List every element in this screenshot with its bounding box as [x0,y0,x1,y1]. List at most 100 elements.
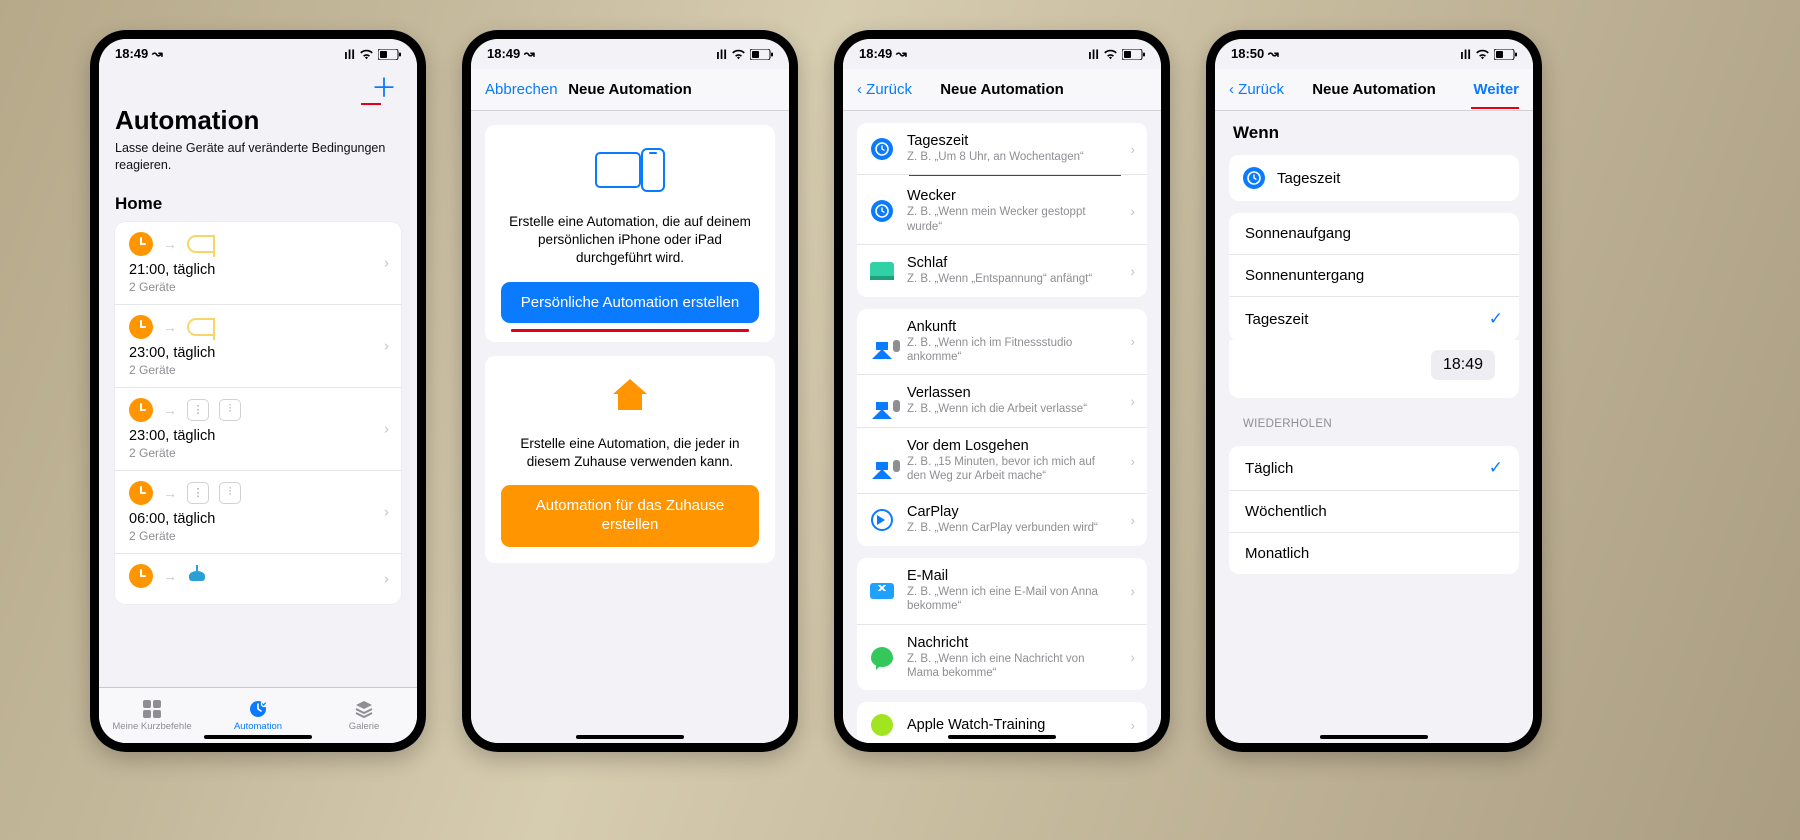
signal-icon: ıll [344,47,355,62]
location-icon [872,392,892,410]
automation-row[interactable]: → › [115,554,401,604]
home-indicator [948,735,1056,739]
status-icons: ıll [1088,47,1145,62]
trigger-group: Ankunft Z. B. „Wenn ich im Fitnessstudio… [857,309,1147,546]
clock-icon [129,481,153,505]
arrow-icon: → [163,402,177,418]
row-title: 23:00, täglich [129,345,387,361]
repeat-label: WIEDERHOLEN [1215,398,1533,434]
repeat-option[interactable]: Monatlich [1229,533,1519,574]
trigger-row[interactable]: E-Mail Z. B. „Wenn ich eine E-Mail von A… [857,558,1147,625]
arrow-icon: → [163,485,177,501]
option-label: Sonnenuntergang [1245,267,1364,284]
chevron-right-icon: › [384,570,389,587]
row-title: 06:00, täglich [129,511,387,527]
battery-icon [378,49,401,60]
arrow-icon: → [163,568,177,584]
battery-icon [1122,49,1145,60]
trigger-row[interactable]: CarPlay Z. B. „Wenn CarPlay verbunden wi… [857,494,1147,545]
time-option-list: Sonnenaufgang Sonnenuntergang Tageszeit … [1229,213,1519,341]
screen-trigger-picker: 18:49 ↝ ıll ‹ Zurück Neue Automation Tag… [834,30,1170,752]
chevron-right-icon: › [384,254,389,271]
row-subtitle: 2 Geräte [129,446,387,460]
chevron-right-icon: › [1130,333,1135,349]
selected-trigger-pill: Tageszeit [1229,155,1519,201]
trigger-title: Apple Watch-Training [907,717,1112,733]
card-description: Erstelle eine Automation, die jeder in d… [501,435,759,471]
status-time: 18:49 ↝ [487,46,535,62]
row-title: 23:00, täglich [129,428,387,444]
chevron-right-icon: › [1130,453,1135,469]
carplay-icon [871,509,893,531]
nav-bar: ‹ Zurück Neue Automation [843,69,1161,111]
row-subtitle: 2 Geräte [129,529,387,543]
create-home-automation-button[interactable]: Automation für das Zuhause erstellen [501,485,759,547]
tab-shortcuts[interactable]: Meine Kurzbefehle [99,688,205,743]
wifi-icon [1475,49,1490,60]
battery-icon [1494,49,1517,60]
automation-row[interactable]: → 23:00, täglich 2 Geräte › [115,305,401,388]
card-description: Erstelle eine Automation, die auf deinem… [501,213,759,268]
trigger-title: Verlassen [907,385,1112,401]
trigger-row[interactable]: Vor dem Losgehen Z. B. „15 Minuten, bevo… [857,428,1147,495]
clock-icon [1243,167,1265,189]
time-option[interactable]: Tageszeit ✓ [1229,297,1519,341]
tab-label: Galerie [349,721,380,732]
trigger-subtitle: Z. B. „Wenn ich im Fitnessstudio ankomme… [907,336,1112,365]
clock-icon [129,564,153,588]
watch-icon [871,714,893,736]
back-button[interactable]: ‹ Zurück [1229,81,1284,98]
when-header: Wenn [1215,111,1533,147]
clock-badge-icon [247,699,269,719]
trigger-row[interactable]: Nachricht Z. B. „Wenn ich eine Nachricht… [857,625,1147,691]
tab-gallery[interactable]: Galerie [311,688,417,743]
row-subtitle: 2 Geräte [129,363,387,377]
outlet-icon: ⫶ [219,482,241,504]
trigger-row[interactable]: Tageszeit Z. B. „Um 8 Uhr, an Wochentage… [857,123,1147,175]
chevron-right-icon: › [1130,263,1135,279]
chevron-right-icon: › [1130,649,1135,665]
automation-row[interactable]: → 21:00, täglich 2 Geräte › [115,222,401,305]
nav-title: Neue Automation [568,81,692,98]
trigger-row[interactable]: Verlassen Z. B. „Wenn ich die Arbeit ver… [857,375,1147,427]
time-option[interactable]: Sonnenuntergang [1229,255,1519,297]
grid-icon [141,699,163,719]
trigger-row[interactable]: Ankunft Z. B. „Wenn ich im Fitnessstudio… [857,309,1147,376]
trigger-subtitle: Z. B. „Wenn CarPlay verbunden wird“ [907,521,1112,535]
status-bar: 18:49 ↝ ıll [843,39,1161,69]
trigger-row[interactable]: Wecker Z. B. „Wenn mein Wecker gestoppt … [857,178,1147,245]
repeat-option[interactable]: Täglich ✓ [1229,446,1519,491]
trigger-subtitle: Z. B. „15 Minuten, bevor ich mich auf de… [907,455,1112,484]
location-icon [872,332,892,350]
wifi-icon [731,49,746,60]
automation-list: → 21:00, täglich 2 Geräte › → 23:00, täg… [115,222,401,604]
cancel-button[interactable]: Abbrechen [485,81,558,98]
stack-icon [353,699,375,719]
signal-icon: ıll [716,47,727,62]
home-indicator [576,735,684,739]
trigger-label: Tageszeit [1277,170,1340,187]
status-time: 18:49 ↝ [115,46,163,62]
chevron-right-icon: › [1130,203,1135,219]
next-button[interactable]: Weiter [1473,81,1519,98]
automation-row[interactable]: →⋮⫶ 06:00, täglich 2 Geräte › [115,471,401,554]
scene-icon [187,235,213,253]
status-time: 18:50 ↝ [1231,46,1279,62]
chevron-right-icon: › [1130,717,1135,733]
add-button[interactable]: ＋ [371,75,397,101]
message-icon [871,647,893,667]
time-option[interactable]: Sonnenaufgang [1229,213,1519,255]
repeat-option[interactable]: Wöchentlich [1229,491,1519,533]
back-button[interactable]: ‹ Zurück [857,81,912,98]
automation-row[interactable]: →⋮⫶ 23:00, täglich 2 Geräte › [115,388,401,471]
trigger-group: Tageszeit Z. B. „Um 8 Uhr, an Wochentage… [857,123,1147,297]
tab-label: Automation [234,721,282,732]
home-indicator [1320,735,1428,739]
time-picker[interactable]: 18:49 [1431,350,1495,380]
trigger-row[interactable]: Schlaf Z. B. „Wenn „Entspannung“ anfängt… [857,245,1147,296]
create-personal-automation-button[interactable]: Persönliche Automation erstellen [501,282,759,323]
status-icons: ıll [344,47,401,62]
row-title: 21:00, täglich [129,262,387,278]
trigger-subtitle: Z. B. „Wenn ich eine E-Mail von Anna bek… [907,585,1112,614]
trigger-subtitle: Z. B. „Wenn ich eine Nachricht von Mama … [907,652,1112,681]
